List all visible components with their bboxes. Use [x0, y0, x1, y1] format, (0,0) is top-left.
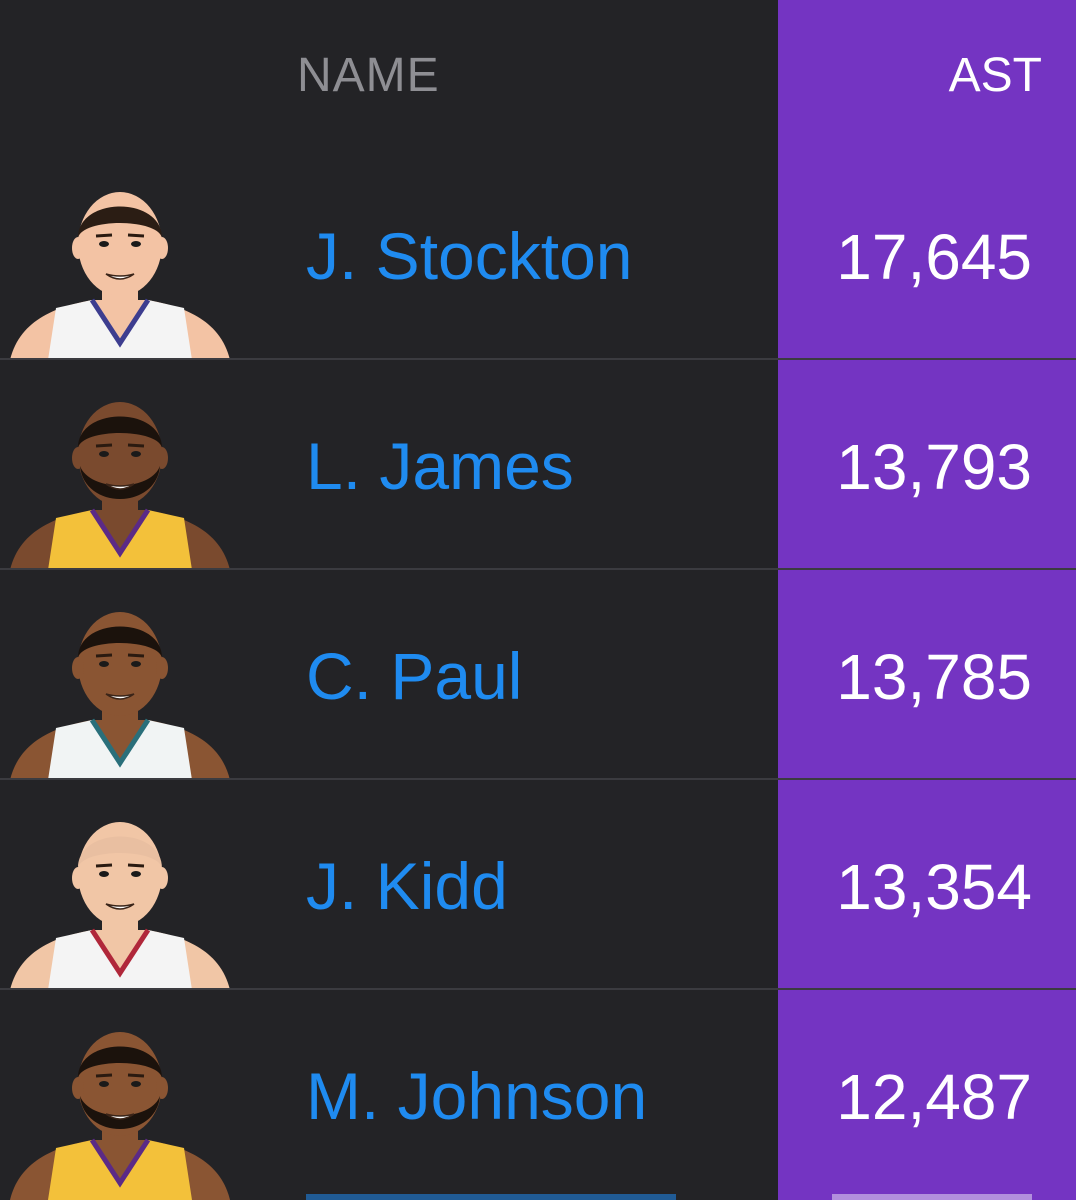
- player-name-link[interactable]: J. Kidd: [306, 848, 508, 924]
- column-header-ast[interactable]: AST: [949, 48, 1042, 103]
- ast-value: 17,645: [836, 221, 1032, 293]
- player-headshot-icon: [10, 1032, 230, 1200]
- player-headshot-icon: [10, 822, 230, 990]
- player-headshot-icon: [10, 402, 230, 570]
- table-row[interactable]: C. Paul 13,785: [0, 570, 1076, 780]
- next-row-partial: [0, 1190, 1076, 1200]
- player-headshot-icon: [10, 612, 230, 780]
- ast-value: 13,354: [836, 851, 1032, 923]
- leaderboard-list: J. Stockton 17,645 L. James 13,793 C. Pa…: [0, 150, 1076, 1200]
- table-row[interactable]: J. Stockton 17,645: [0, 150, 1076, 360]
- ast-value: 12,487: [836, 1061, 1032, 1133]
- column-header-name[interactable]: NAME: [297, 48, 440, 103]
- next-row-name-cut: [306, 1194, 676, 1200]
- player-headshot-icon: [10, 192, 230, 360]
- next-row-value-cut: [832, 1194, 1032, 1200]
- player-name-link[interactable]: M. Johnson: [306, 1058, 647, 1134]
- player-name-link[interactable]: C. Paul: [306, 638, 522, 714]
- player-name-link[interactable]: J. Stockton: [306, 218, 633, 294]
- ast-value: 13,785: [836, 641, 1032, 713]
- table-header: NAME AST: [0, 0, 1076, 150]
- ast-value: 13,793: [836, 431, 1032, 503]
- table-row[interactable]: J. Kidd 13,354: [0, 780, 1076, 990]
- table-row[interactable]: L. James 13,793: [0, 360, 1076, 570]
- table-row[interactable]: M. Johnson 12,487: [0, 990, 1076, 1200]
- player-name-link[interactable]: L. James: [306, 428, 574, 504]
